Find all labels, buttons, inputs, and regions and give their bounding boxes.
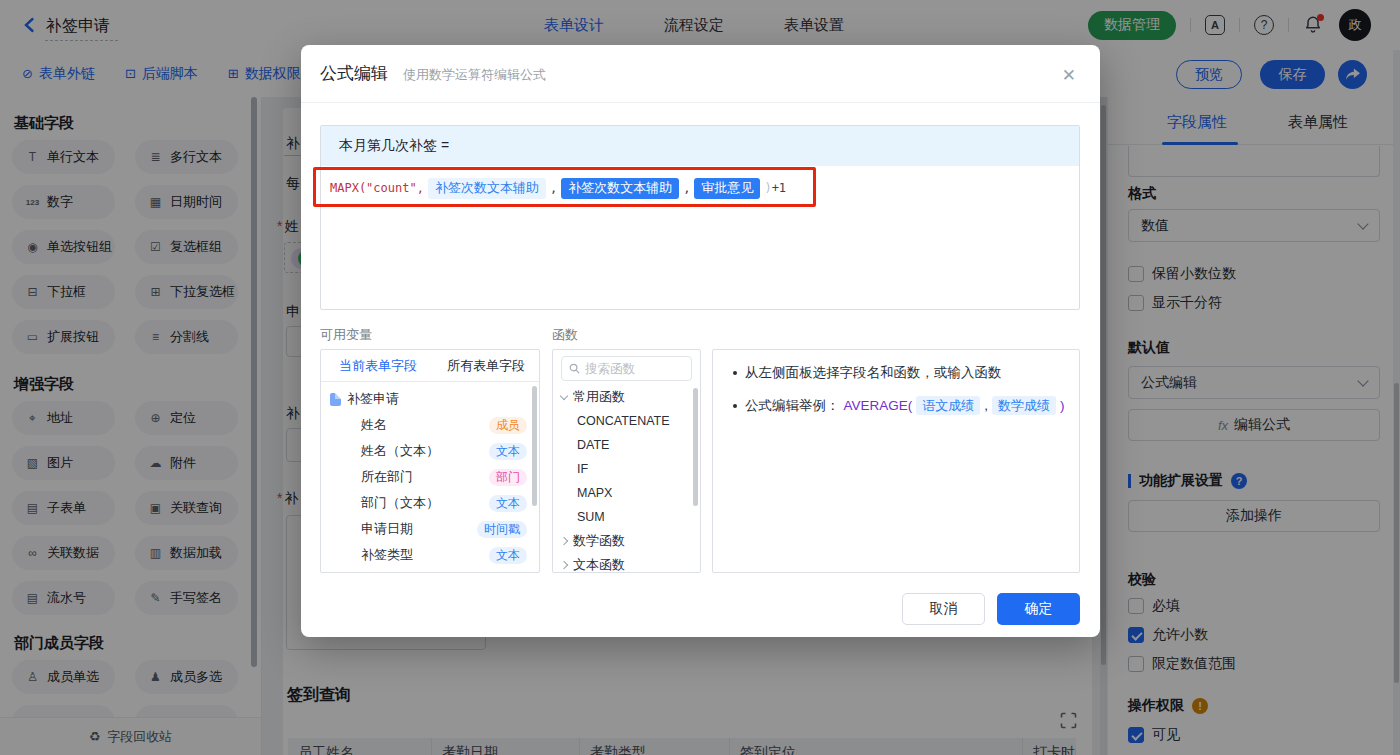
tab-all-form-fields[interactable]: 所有表单字段 (447, 357, 525, 375)
example-field-pill: 数学成绩 (992, 396, 1056, 415)
type-tag: 部门 (489, 469, 527, 486)
form-icon (330, 393, 341, 406)
function-item[interactable]: DATE (553, 433, 700, 457)
function-search-input[interactable] (585, 362, 675, 376)
cancel-button[interactable]: 取消 (902, 593, 985, 625)
type-tag: 时间戳 (477, 521, 527, 538)
modal-title: 公式编辑 (320, 62, 388, 85)
help-line: 从左侧面板选择字段名和函数，或输入函数 (733, 364, 1079, 382)
chevron-right-icon (560, 537, 568, 545)
tab-current-form-fields[interactable]: 当前表单字段 (339, 357, 417, 375)
tree-root[interactable]: 补签申请 (321, 386, 539, 412)
formula-field-pill[interactable]: 补签次数文本辅助 (428, 178, 546, 199)
type-tag: 成员 (489, 417, 527, 434)
function-item[interactable]: MAPX (553, 481, 700, 505)
type-tag: 文本 (489, 495, 527, 512)
formula-function: MAPX("count", (330, 181, 424, 195)
function-group[interactable]: 常用函数 (553, 385, 700, 409)
modal-subtitle: 使用数学运算符编辑公式 (403, 66, 546, 84)
variables-tree: 补签申请 姓名成员 姓名（文本）文本 所在部门部门 部门（文本）文本 申请日期时… (321, 382, 539, 568)
functions-label: 函数 (552, 326, 578, 344)
variables-scrollbar[interactable] (532, 386, 537, 506)
formula-edit-modal: 公式编辑 使用数学运算符编辑公式 ✕ 本月第几次补签 = MAPX("count… (301, 45, 1100, 637)
type-tag: 文本 (489, 547, 527, 564)
variables-label: 可用变量 (320, 326, 372, 344)
formula-editor[interactable]: 本月第几次补签 = MAPX("count", 补签次数文本辅助 , 补签次数文… (320, 125, 1080, 310)
function-item[interactable]: SUM (553, 505, 700, 529)
formula-target: 本月第几次补签 = (321, 126, 1079, 166)
variable-item[interactable]: 部门（文本）文本 (321, 490, 539, 516)
functions-panel: 常用函数 CONCATENATE DATE IF MAPX SUM 数学函数 文… (552, 349, 701, 573)
help-example-line: 公式编辑举例：AVERAGE(语文成绩,数学成绩) (733, 396, 1079, 415)
chevron-down-icon (560, 391, 568, 399)
function-item[interactable]: CONCATENATE (553, 409, 700, 433)
function-item[interactable]: IF (553, 457, 700, 481)
ok-button[interactable]: 确定 (997, 593, 1080, 625)
search-icon (569, 363, 580, 374)
variable-item[interactable]: 姓名（文本）文本 (321, 438, 539, 464)
help-panel: 从左侧面板选择字段名和函数，或输入函数 公式编辑举例：AVERAGE(语文成绩,… (712, 349, 1080, 573)
function-search[interactable] (561, 356, 692, 381)
variable-item[interactable]: 补签类型文本 (321, 542, 539, 568)
close-icon[interactable]: ✕ (1062, 65, 1076, 86)
variables-tabs: 当前表单字段 所有表单字段 (321, 350, 539, 382)
variable-item[interactable]: 申请日期时间戳 (321, 516, 539, 542)
variable-item[interactable]: 所在部门部门 (321, 464, 539, 490)
functions-scrollbar[interactable] (693, 388, 698, 506)
formula-expression[interactable]: MAPX("count", 补签次数文本辅助 , 补签次数文本辅助 , 审批意见… (330, 177, 786, 199)
chevron-right-icon (560, 561, 568, 569)
type-tag: 文本 (489, 443, 527, 460)
formula-field-pill-selected[interactable]: 审批意见 (694, 178, 760, 199)
variable-item[interactable]: 姓名成员 (321, 412, 539, 438)
function-group[interactable]: 文本函数 (553, 553, 700, 573)
formula-field-pill-selected[interactable]: 补签次数文本辅助 (561, 178, 679, 199)
variables-panel: 当前表单字段 所有表单字段 补签申请 姓名成员 姓名（文本）文本 所在部门部门 … (320, 349, 540, 573)
function-group[interactable]: 数学函数 (553, 529, 700, 553)
modal-divider (301, 102, 1100, 103)
example-field-pill: 语文成绩 (916, 396, 980, 415)
